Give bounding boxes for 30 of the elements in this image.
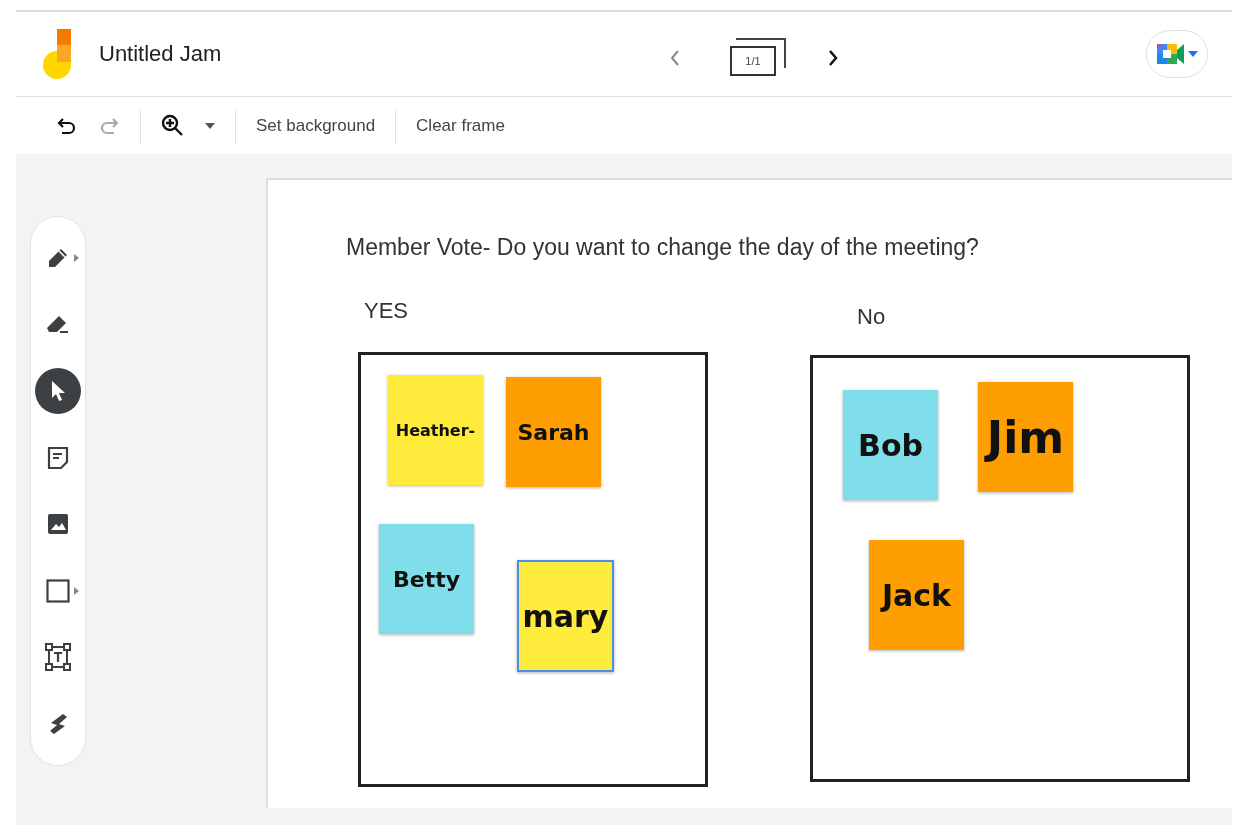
square-icon xyxy=(46,578,70,603)
cursor-icon xyxy=(49,379,67,404)
sticky-note[interactable]: Sarah xyxy=(506,377,601,487)
zoom-in-icon[interactable] xyxy=(161,113,185,138)
sticky-note[interactable]: Jim xyxy=(978,382,1073,492)
next-frame-icon[interactable] xyxy=(826,48,840,68)
sticky-note[interactable]: mary xyxy=(517,560,614,672)
video-camera-icon xyxy=(1156,42,1185,66)
column-label: No xyxy=(857,304,886,330)
frame-counter[interactable]: 1/1 xyxy=(730,38,786,78)
column-label: YES xyxy=(364,298,409,324)
sticky-note[interactable]: Bob xyxy=(843,390,938,500)
caret-icon xyxy=(1187,51,1198,57)
pen-icon xyxy=(47,247,69,270)
document-title[interactable]: Untitled Jam xyxy=(99,41,222,67)
previous-frame-icon[interactable] xyxy=(668,48,682,68)
caret-icon[interactable] xyxy=(205,122,215,129)
toolbar-button[interactable]: Clear frame xyxy=(416,115,505,136)
sticky-note[interactable]: Jack xyxy=(869,540,964,650)
image-icon xyxy=(47,513,69,536)
text-box-icon xyxy=(45,643,71,672)
toolbar-button[interactable]: Set background xyxy=(256,115,376,136)
eraser-icon xyxy=(46,313,70,336)
sticky-note-icon xyxy=(47,445,69,470)
sticky-note[interactable]: Heather- xyxy=(388,375,483,485)
submenu-arrow-icon xyxy=(74,254,79,263)
submenu-arrow-icon xyxy=(74,586,79,595)
question-text: Member Vote- Do you want to change the day of the meeting? xyxy=(346,234,979,261)
sticky-note[interactable]: Betty xyxy=(379,524,474,634)
tool-button[interactable] xyxy=(35,368,81,415)
